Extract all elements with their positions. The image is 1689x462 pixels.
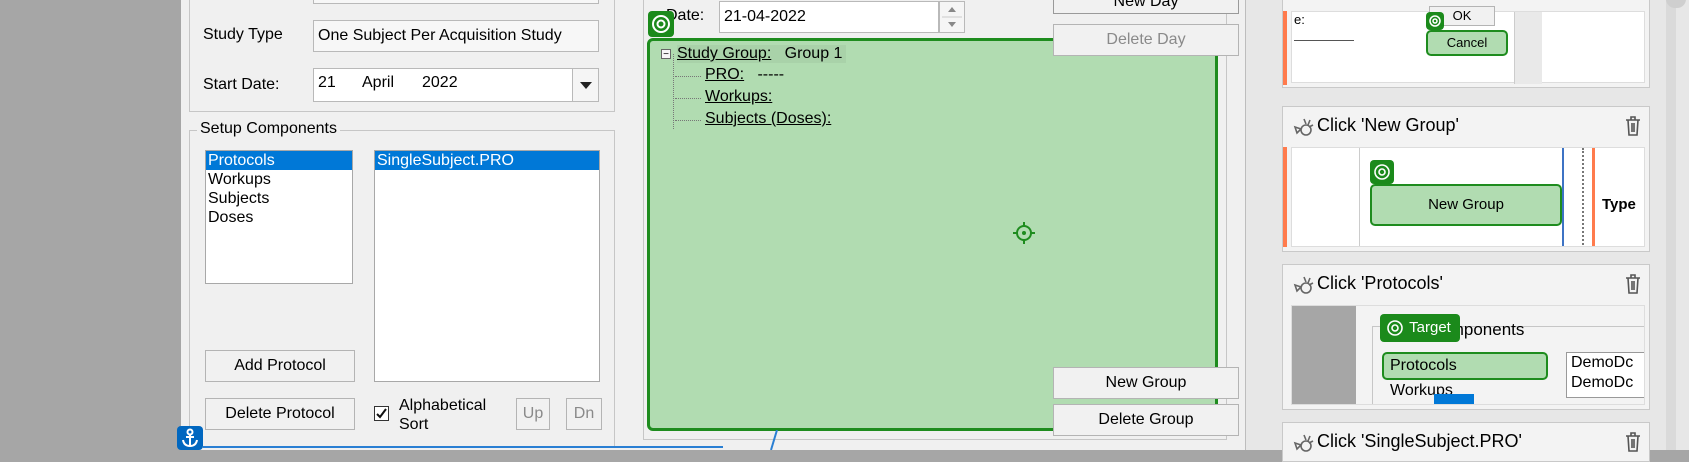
click-icon xyxy=(1291,115,1315,139)
preview-protocols-item: Protocols xyxy=(1382,352,1548,380)
date-field[interactable]: 21-04-2022 xyxy=(719,1,939,33)
new-day-button[interactable]: New Day xyxy=(1053,0,1239,14)
target-icon xyxy=(1426,12,1444,30)
component-item-doses[interactable]: Doses xyxy=(206,208,352,227)
spinner-arrows-icon xyxy=(942,7,962,27)
step-card-previous: e: OK Cancel xyxy=(1282,0,1650,88)
trash-icon[interactable] xyxy=(1623,115,1643,137)
step-card-protocols[interactable]: Click 'Protocols' Components Target Prot… xyxy=(1282,264,1650,410)
preview-right-list: DemoDc DemoDc xyxy=(1566,352,1644,398)
preview-divider xyxy=(1582,148,1584,246)
protocol-items-list[interactable]: SingleSubject.PRO xyxy=(374,150,600,382)
pro-value: ----- xyxy=(757,66,785,83)
list-item[interactable]: SingleSubject.PRO xyxy=(375,151,599,170)
study-group-label: Study Group: xyxy=(677,45,772,62)
target-icon xyxy=(1370,160,1394,184)
preview-new-group-button: New Group xyxy=(1370,184,1562,226)
collapse-icon[interactable]: − xyxy=(661,49,671,60)
preview-divider xyxy=(1562,148,1564,246)
step-title: Click 'Protocols' xyxy=(1317,273,1443,293)
step-preview: Components Target Protocols Workups Demo… xyxy=(1291,305,1645,405)
tree-branch xyxy=(675,98,701,99)
tree-branch xyxy=(675,120,701,121)
start-date-label: Start Date: xyxy=(203,76,280,93)
new-group-button[interactable]: New Group xyxy=(1053,367,1239,399)
connector-line xyxy=(770,430,778,450)
step-preview: e: OK Cancel xyxy=(1291,6,1645,84)
step-title: Click 'New Group' xyxy=(1317,115,1459,135)
selection-underline xyxy=(203,446,723,448)
target-icon xyxy=(648,11,674,37)
click-icon xyxy=(1291,273,1315,297)
move-up-button[interactable]: Up xyxy=(516,398,550,430)
delete-protocol-button[interactable]: Delete Protocol xyxy=(205,398,355,430)
study-type-field[interactable]: One Subject Per Acquisition Study xyxy=(313,20,599,52)
checkmark-icon xyxy=(376,408,387,419)
study-group-node[interactable]: Study Group: Group 1 xyxy=(677,45,847,63)
pro-node[interactable]: PRO: ----- xyxy=(705,66,784,84)
delete-day-button[interactable]: Delete Day xyxy=(1053,24,1239,56)
component-item-protocols[interactable]: Protocols xyxy=(206,151,352,170)
preview-right-item: DemoDc xyxy=(1571,374,1634,391)
delete-group-button[interactable]: Delete Group xyxy=(1053,404,1239,436)
anchor-icon[interactable] xyxy=(177,426,203,450)
preview-field-label: e: xyxy=(1294,12,1305,27)
recorder-panel: e: OK Cancel Click 'New Group' New Group… xyxy=(1245,0,1689,462)
date-spinner[interactable] xyxy=(939,1,965,33)
start-day[interactable]: 21 xyxy=(318,74,336,92)
workups-node[interactable]: Workups: xyxy=(705,88,772,106)
subjects-node[interactable]: Subjects (Doses): xyxy=(705,110,831,128)
components-list[interactable]: Protocols Workups Subjects Doses xyxy=(205,150,353,284)
click-icon xyxy=(1291,431,1315,455)
step-title: Click 'SingleSubject.PRO' xyxy=(1317,431,1522,451)
alphabetical-sort-line2: Sort xyxy=(399,416,429,433)
step-preview: New Group Type xyxy=(1291,147,1645,247)
preview-type-label: Type xyxy=(1602,196,1636,213)
target-badge: Target xyxy=(1380,314,1460,342)
alphabetical-sort-label: Alphabetical Sort xyxy=(399,396,486,434)
date-dropdown-button[interactable] xyxy=(572,69,598,101)
preview-cancel-button: Cancel xyxy=(1426,30,1508,56)
preview-right-item: DemoDc xyxy=(1571,354,1634,371)
step-card-singlesubject[interactable]: Click 'SingleSubject.PRO' xyxy=(1282,422,1650,462)
start-year[interactable]: 2022 xyxy=(422,74,458,92)
component-item-subjects[interactable]: Subjects xyxy=(206,189,352,208)
preview-field xyxy=(1294,40,1354,64)
setup-components-label: Setup Components xyxy=(197,120,340,138)
start-date-picker[interactable]: 21 April 2022 xyxy=(313,68,599,102)
step-marker xyxy=(1283,11,1287,85)
schedule-tree: − Study Group: Group 1 PRO: ----- Workup… xyxy=(661,44,941,134)
preview-scrollbar xyxy=(1514,12,1542,84)
crosshair-icon xyxy=(1013,222,1035,244)
step-card-new-group[interactable]: Click 'New Group' New Group Type xyxy=(1282,106,1650,252)
panel-scrollbar[interactable] xyxy=(1666,0,1676,450)
study-name-field[interactable] xyxy=(313,0,599,4)
preview-selection xyxy=(1434,394,1474,404)
preview-left xyxy=(1292,306,1356,404)
study-setup-window: Study Type One Subject Per Acquisition S… xyxy=(177,0,1245,450)
preview-left xyxy=(1292,148,1360,246)
component-item-workups[interactable]: Workups xyxy=(206,170,352,189)
alphabetical-sort-checkbox[interactable] xyxy=(374,406,389,421)
study-type-label: Study Type xyxy=(203,26,283,43)
pro-label: PRO: xyxy=(705,66,745,83)
study-group-value: Group 1 xyxy=(784,45,843,62)
alphabetical-sort-line1: Alphabetical xyxy=(399,397,487,414)
target-badge-label: Target xyxy=(1409,319,1451,336)
tree-line xyxy=(673,54,674,129)
tree-branch xyxy=(675,76,701,77)
preview-marker xyxy=(1592,148,1595,246)
target-icon xyxy=(1387,320,1403,336)
chevron-down-icon xyxy=(580,82,592,89)
move-down-button[interactable]: Dn xyxy=(566,398,602,430)
start-month[interactable]: April xyxy=(362,74,394,92)
trash-icon[interactable] xyxy=(1623,273,1643,295)
add-protocol-button[interactable]: Add Protocol xyxy=(205,350,355,382)
step-marker xyxy=(1283,147,1287,247)
